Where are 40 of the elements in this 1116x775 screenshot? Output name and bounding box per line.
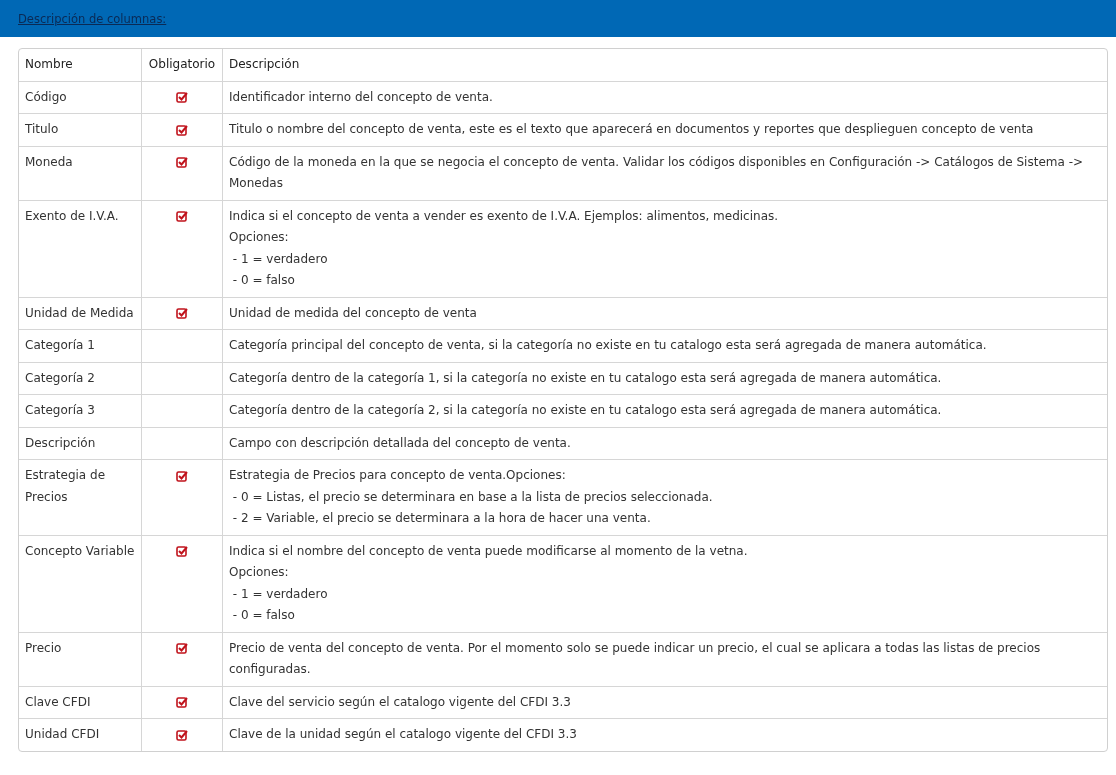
- description-text: Opciones:: [229, 564, 290, 581]
- description-text: Identificador interno del concepto de venta.: [229, 88, 494, 106]
- name-cell: Clave CFDI: [19, 685, 141, 718]
- name-cell: Exento de I.V.A.: [19, 199, 141, 297]
- description-text: Opciones:: [229, 229, 290, 246]
- description-text: Indica si el concepto de venta a vender es exento de I.V.A. Ejemplos: alimentos, medicinas.: [229, 207, 780, 225]
- description-text: Clave de la unidad según el catalogo vigente del CFDI 3.3: [229, 726, 578, 743]
- name-cell: Unidad de Medida: [19, 296, 141, 329]
- description-text: - 2 = Variable, el precio se determinara a la hora de hacer una venta.: [231, 510, 652, 527]
- description-text: Precio de venta del concepto de venta. Por el momento solo se puede indicar un precio, el cual se aplicara a todas las listas de precios configuradas.: [229, 639, 1042, 678]
- name-cell: Categoría 3: [19, 394, 141, 427]
- column-description-link[interactable]: Descripción de columnas:: [18, 11, 167, 26]
- description-text: Categoría dentro de la categoría 2, si la categoría no existe en tu catalogo esta será agregada de manera automática.: [229, 402, 943, 419]
- description-text: - 0 = falso: [231, 272, 296, 289]
- name-cell: Categoría 1: [19, 329, 141, 362]
- description-text: Indica si el nombre del concepto de venta puede modificarse al momento de la vetna.: [229, 542, 749, 560]
- name-cell: Descripción: [19, 426, 141, 459]
- description-text: Clave del servicio según el catalogo vigente del CFDI 3.3: [229, 693, 572, 711]
- name-cell: Estrategia de Precios: [19, 459, 141, 535]
- description-text: Unidad de medida del concepto de venta: [229, 304, 478, 322]
- description-text: - 0 = Listas, el precio se determinara en base a la lista de precios seleccionada.: [231, 488, 714, 506]
- name-cell: Categoría 2: [19, 361, 141, 394]
- name-cell: Moneda: [19, 145, 141, 200]
- description-text: Categoría principal del concepto de venta, si la categoría no existe en tu catalogo esta será agregada de manera automática.: [229, 337, 988, 354]
- description-text: Código de la moneda en la que se negocia el concepto de venta. Validar los códigos disponibles en Configuración -> Catálogos de Sistema -> Monedas: [229, 153, 1085, 192]
- description-text: - 1 = verdadero: [231, 250, 329, 268]
- description-text: Categoría dentro de la categoría 1, si la categoría no existe en tu catalogo esta será agregada de manera automática.: [229, 369, 943, 387]
- description-text: Estrategia de Precios para concepto de venta.Opciones:: [229, 467, 567, 484]
- name-cell: Código: [19, 80, 141, 113]
- name-cell: Concepto Variable: [19, 534, 141, 632]
- name-cell: Precio: [19, 631, 141, 686]
- description-text: Titulo o nombre del concepto de venta, este es el texto que aparecerá en documentos y reportes que desplieguen concepto de venta: [229, 121, 1035, 138]
- column-header: Descripción: [222, 49, 1107, 81]
- description-text: Campo con descripción detallada del concepto de venta.: [229, 434, 572, 452]
- name-cell: Titulo: [19, 113, 141, 146]
- description-text: - 0 = falso: [231, 607, 296, 624]
- description-text: - 1 = verdadero: [231, 585, 329, 603]
- name-cell: Unidad CFDI: [19, 718, 141, 751]
- column-header: Nombre: [24, 56, 74, 73]
- column-header: Obligatorio: [141, 49, 222, 81]
